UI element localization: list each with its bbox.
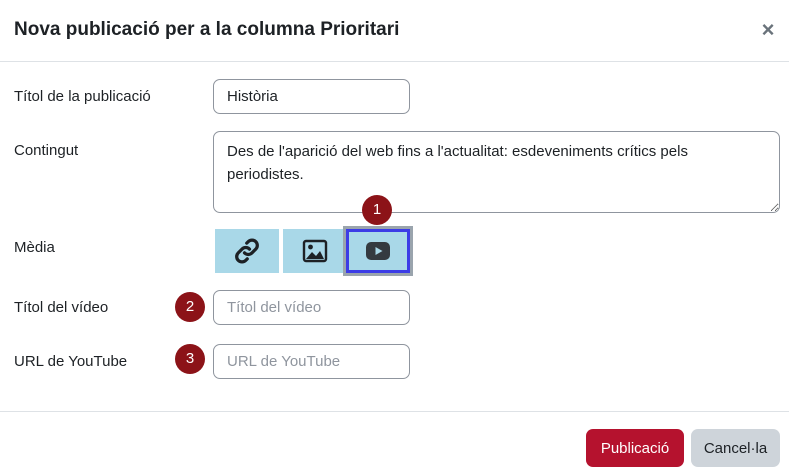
media-label: Mèdia <box>14 239 55 256</box>
youtube-url-input[interactable] <box>213 344 410 379</box>
close-icon[interactable]: × <box>759 19 777 41</box>
content-label: Contingut <box>14 142 79 159</box>
link-icon <box>235 238 259 264</box>
new-post-dialog: Nova publicació per a la columna Priorit… <box>0 0 789 472</box>
publish-button[interactable]: Publicació <box>586 429 684 467</box>
content-textarea[interactable]: Des de l'aparició del web fins a l'actua… <box>213 131 780 213</box>
image-icon <box>302 239 328 263</box>
post-title-label: Títol de la publicació <box>14 88 151 105</box>
media-video-button[interactable] <box>343 226 413 276</box>
media-link-button[interactable] <box>215 229 279 273</box>
annotation-badge-3: 3 <box>175 344 205 374</box>
video-title-label: Títol del vídeo <box>14 299 109 316</box>
youtube-url-label: URL de YouTube <box>14 353 128 370</box>
cancel-button[interactable]: Cancel·la <box>691 429 780 467</box>
dialog-title: Nova publicació per a la columna Priorit… <box>14 19 400 40</box>
media-image-button[interactable] <box>283 229 347 273</box>
youtube-play-icon <box>366 242 390 260</box>
annotation-badge-1: 1 <box>362 195 392 225</box>
dialog-header: Nova publicació per a la columna Priorit… <box>0 0 789 62</box>
annotation-badge-2: 2 <box>175 292 205 322</box>
video-title-input[interactable] <box>213 290 410 325</box>
post-title-input[interactable] <box>213 79 410 114</box>
